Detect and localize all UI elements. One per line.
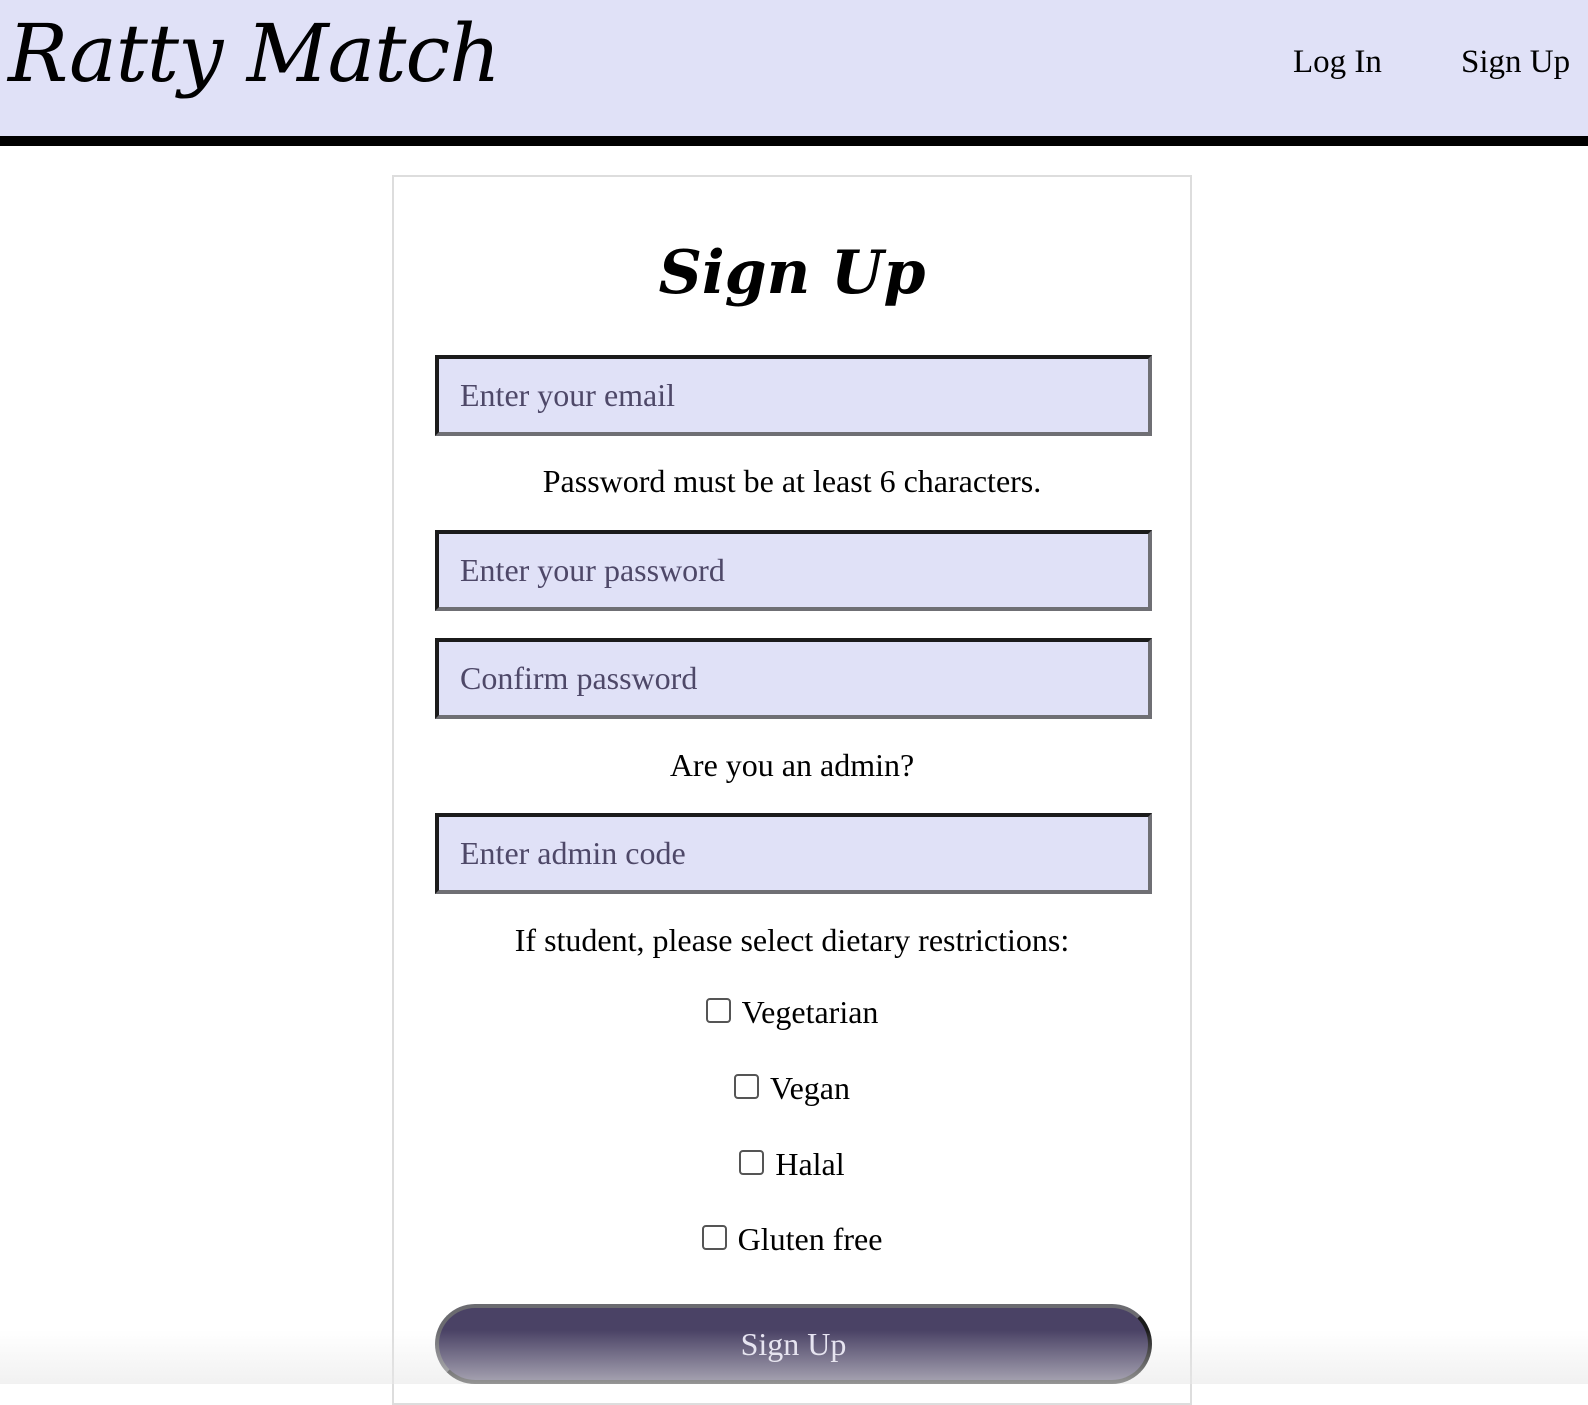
password-field[interactable] bbox=[435, 530, 1152, 611]
admin-code-field[interactable] bbox=[435, 813, 1152, 894]
nav-login-link[interactable]: Log In bbox=[1293, 42, 1382, 82]
halal-checkbox[interactable] bbox=[739, 1149, 765, 1175]
gluten-free-checkbox[interactable] bbox=[701, 1224, 727, 1250]
checkbox-label: Vegan bbox=[770, 1070, 850, 1106]
dietary-option-vegetarian[interactable]: Vegetarian bbox=[394, 992, 1190, 1032]
nav-signup-link[interactable]: Sign Up bbox=[1461, 42, 1570, 82]
checkbox-label: Gluten free bbox=[737, 1221, 883, 1257]
signup-card: Sign Up Password must be at least 6 char… bbox=[392, 175, 1192, 1405]
vegetarian-checkbox[interactable] bbox=[705, 997, 731, 1023]
confirm-password-field[interactable] bbox=[435, 638, 1152, 719]
email-field[interactable] bbox=[435, 355, 1152, 436]
dietary-option-gluten-free[interactable]: Gluten free bbox=[394, 1219, 1190, 1259]
dietary-option-vegan[interactable]: Vegan bbox=[394, 1068, 1190, 1108]
checkbox-label: Vegetarian bbox=[741, 994, 879, 1030]
page-title: Sign Up bbox=[658, 238, 926, 308]
vegan-checkbox[interactable] bbox=[734, 1073, 760, 1099]
admin-prompt: Are you an admin? bbox=[669, 747, 915, 783]
brand-logo[interactable]: Ratty Match bbox=[8, 4, 501, 104]
dietary-option-halal[interactable]: Halal bbox=[394, 1144, 1190, 1184]
password-hint: Password must be at least 6 characters. bbox=[542, 463, 1042, 499]
navbar: Ratty Match Log In Sign Up bbox=[0, 0, 1588, 146]
signup-submit-button[interactable]: Sign Up bbox=[435, 1304, 1152, 1384]
checkbox-label: Halal bbox=[775, 1146, 845, 1182]
dietary-prompt: If student, please select dietary restri… bbox=[514, 922, 1070, 958]
